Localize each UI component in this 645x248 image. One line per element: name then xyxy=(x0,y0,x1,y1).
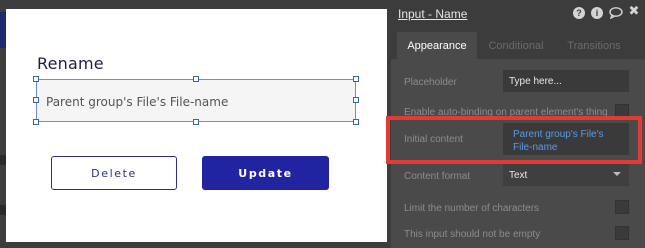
not-empty-row: This input should not be empty xyxy=(391,222,645,248)
initial-content-field[interactable]: Parent group's File's File-name xyxy=(503,123,629,155)
chevron-down-icon xyxy=(613,172,621,176)
not-empty-checkbox[interactable] xyxy=(615,226,629,240)
property-tabs: Appearance Conditional Transitions xyxy=(391,27,645,59)
resize-handle-right[interactable] xyxy=(353,97,359,103)
resize-handle-top[interactable] xyxy=(193,76,199,82)
resize-handle-bottom-right[interactable] xyxy=(353,119,359,125)
editor-canvas: Rename Parent group's File's File-name D… xyxy=(0,0,391,248)
auto-binding-label: Enable auto-binding on parent element's … xyxy=(404,107,608,118)
popup-title: Rename xyxy=(37,54,104,73)
limit-chars-label: Limit the number of characters xyxy=(404,203,540,214)
resize-handle-top-left[interactable] xyxy=(33,76,39,82)
tab-appearance[interactable]: Appearance xyxy=(397,32,477,59)
resize-handle-bottom[interactable] xyxy=(193,119,199,125)
property-editor-header: Input - Name ? i ✖ xyxy=(391,0,645,27)
tab-transitions[interactable]: Transitions xyxy=(560,32,628,59)
content-format-value: Text xyxy=(509,170,528,181)
tab-conditional[interactable]: Conditional xyxy=(482,32,550,59)
auto-binding-checkbox[interactable] xyxy=(615,104,629,118)
limit-chars-checkbox[interactable] xyxy=(615,200,629,214)
resize-handle-top-right[interactable] xyxy=(353,76,359,82)
not-empty-label: This input should not be empty xyxy=(404,229,541,240)
resize-handle-bottom-left[interactable] xyxy=(33,119,39,125)
close-icon[interactable]: ✖ xyxy=(628,3,640,18)
name-input-value: Parent group's File's File-name xyxy=(46,95,229,109)
limit-chars-row: Limit the number of characters xyxy=(391,196,645,222)
help-icon[interactable]: ? xyxy=(573,7,585,19)
property-editor: Input - Name ? i ✖ Appearance Conditiona… xyxy=(391,0,645,248)
initial-content-label: Initial content xyxy=(404,134,463,145)
content-format-row: Content format Text xyxy=(391,164,645,190)
initial-content-value[interactable]: Parent group's File's File-name xyxy=(513,128,625,154)
rename-popup[interactable]: Rename Parent group's File's File-name D… xyxy=(6,9,387,242)
content-format-dropdown[interactable]: Text xyxy=(503,164,629,186)
element-title[interactable]: Input - Name xyxy=(398,7,467,21)
update-button[interactable]: Update xyxy=(202,156,329,190)
placeholder-label: Placeholder xyxy=(404,77,457,88)
content-format-label: Content format xyxy=(404,171,471,182)
name-input[interactable]: Parent group's File's File-name xyxy=(36,79,356,122)
placeholder-row: Placeholder Type here... xyxy=(391,70,645,96)
placeholder-field[interactable]: Type here... xyxy=(503,70,629,92)
info-icon[interactable]: i xyxy=(591,7,603,19)
comment-icon[interactable] xyxy=(609,7,623,19)
resize-handle-left[interactable] xyxy=(33,97,39,103)
delete-button[interactable]: Delete xyxy=(51,156,177,190)
